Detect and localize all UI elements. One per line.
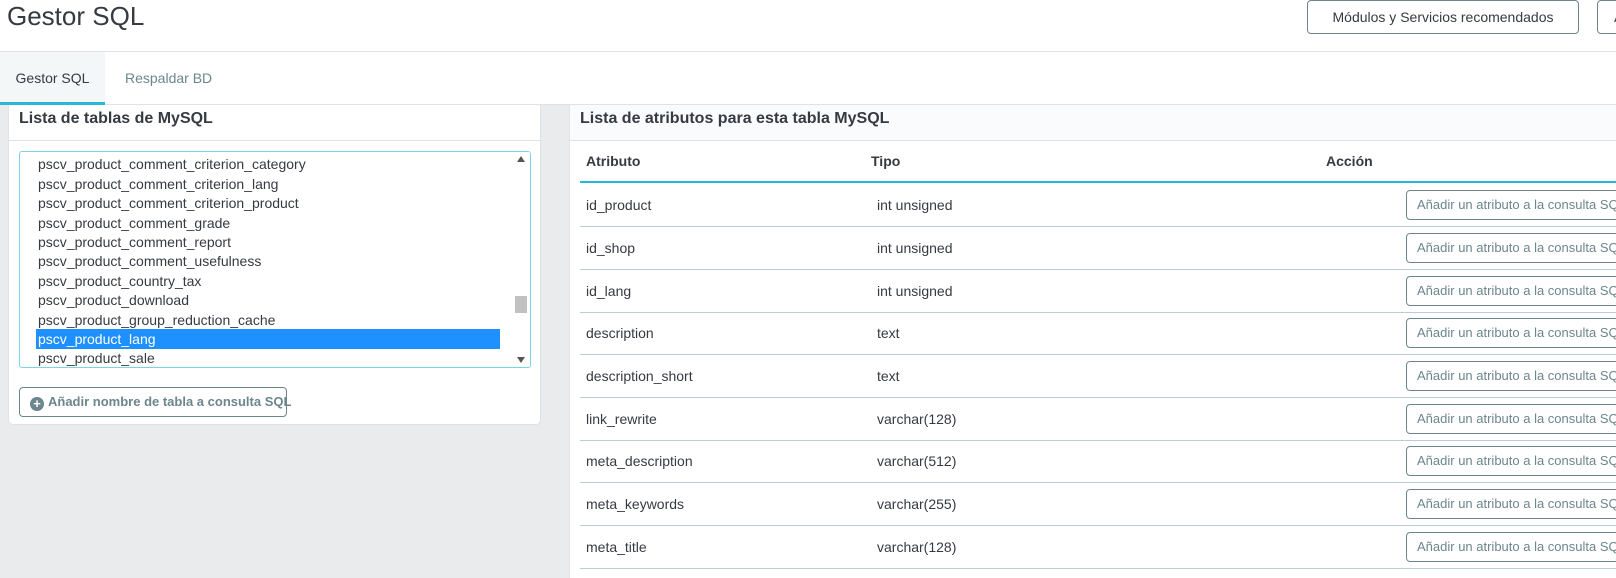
- add-attribute-button[interactable]: Añadir un atributo a la consulta SQL: [1406, 489, 1616, 519]
- attribute-type: varchar(512): [877, 453, 957, 469]
- table-list-item[interactable]: pscv_product_comment_grade: [36, 213, 500, 233]
- table-list-item[interactable]: pscv_product_comment_criterion_category: [36, 154, 500, 174]
- tables-listbox[interactable]: pscv_product_comment_criterion_category p…: [19, 151, 531, 368]
- tab-bar: Gestor SQL Respaldar BD: [0, 52, 1616, 105]
- attribute-name: id_lang: [586, 283, 632, 299]
- add-table-name-label: Añadir nombre de tabla a consulta SQL: [48, 394, 292, 409]
- table-row: description text Añadir un atributo a la c…: [580, 311, 1616, 355]
- attribute-type: int unsigned: [877, 283, 953, 299]
- add-attribute-button[interactable]: Añadir un atributo a la consulta SQL: [1406, 361, 1616, 391]
- recommended-modules-button[interactable]: Módulos y Servicios recomendados: [1307, 0, 1579, 34]
- table-list-item[interactable]: pscv_product_download: [36, 290, 500, 310]
- add-attribute-button[interactable]: Añadir un atributo a la consulta SQL: [1406, 532, 1616, 562]
- attributes-panel: Lista de atributos para esta tabla MySQL…: [569, 105, 1616, 578]
- add-attribute-button[interactable]: Añadir un atributo a la consulta SQL: [1406, 318, 1616, 348]
- attribute-name: meta_description: [586, 453, 693, 469]
- table-row: id_product int unsigned Añadir un atributo…: [580, 183, 1616, 227]
- attribute-type: text: [877, 368, 900, 384]
- column-header-type: Tipo: [871, 153, 901, 169]
- plus-circle-icon: +: [30, 397, 44, 411]
- column-header-action: Acción: [1326, 153, 1373, 169]
- attributes-panel-title: Lista de atributos para esta tabla MySQL: [570, 105, 1616, 141]
- add-attribute-button[interactable]: Añadir un atributo a la consulta SQL: [1406, 404, 1616, 434]
- table-row: meta_title varchar(128) Añadir un atributo…: [580, 525, 1616, 569]
- table-row: id_shop int unsigned Añadir un atributo a …: [580, 226, 1616, 270]
- column-header-attribute: Atributo: [586, 153, 641, 169]
- page-title: Gestor SQL: [7, 1, 145, 31]
- scrollbar-thumb[interactable]: [515, 296, 527, 313]
- table-list-item[interactable]: pscv_product_comment_criterion_product: [36, 193, 500, 213]
- scroll-down-arrow-icon[interactable]: [517, 357, 525, 363]
- table-row: description_short text Añadir un atributo …: [580, 354, 1616, 398]
- add-attribute-button[interactable]: Añadir un atributo a la consulta SQL: [1406, 276, 1616, 306]
- attribute-name: meta_title: [586, 539, 647, 555]
- table-list-item[interactable]: pscv_product_sale: [36, 348, 500, 367]
- attribute-type: varchar(128): [877, 411, 957, 427]
- table-list-item[interactable]: pscv_product_country_tax: [36, 271, 500, 291]
- attribute-name: id_shop: [586, 240, 636, 256]
- table-list-item[interactable]: pscv_product_lang: [36, 329, 500, 349]
- add-table-name-button[interactable]: + Añadir nombre de tabla a consulta SQL: [19, 387, 291, 417]
- header-action-button[interactable]: A: [1597, 0, 1616, 34]
- attribute-name: id_product: [586, 197, 652, 213]
- table-list-item[interactable]: pscv_product_comment_criterion_lang: [36, 174, 500, 194]
- attribute-type: int unsigned: [877, 197, 953, 213]
- table-row: link_rewrite varchar(128) Añadir un atribu…: [580, 397, 1616, 441]
- attribute-name: description_short: [586, 368, 693, 384]
- table-row: id_lang int unsigned Añadir un atributo a …: [580, 269, 1616, 313]
- attribute-name: description: [586, 325, 654, 341]
- table-list-item[interactable]: pscv_product_group_reduction_cache: [36, 310, 500, 330]
- table-row: meta_keywords varchar(255) Añadir un atrib…: [580, 482, 1616, 526]
- attribute-type: int unsigned: [877, 240, 953, 256]
- listbox-scrollbar[interactable]: [513, 152, 530, 367]
- add-attribute-button[interactable]: Añadir un atributo a la consulta SQL: [1406, 190, 1616, 220]
- tables-panel: Lista de tablas de MySQL pscv_product_co…: [8, 105, 541, 425]
- attribute-type: text: [877, 325, 900, 341]
- add-attribute-button[interactable]: Añadir un atributo a la consulta SQL: [1406, 446, 1616, 476]
- attribute-name: meta_keywords: [586, 496, 685, 512]
- table-list-item[interactable]: pscv_product_comment_report: [36, 232, 500, 252]
- page-header: Gestor SQL Módulos y Servicios recomenda…: [0, 0, 1616, 52]
- add-attribute-button[interactable]: Añadir un atributo a la consulta SQL: [1406, 233, 1616, 263]
- tab-respaldar-bd[interactable]: Respaldar BD: [105, 52, 232, 105]
- scroll-up-arrow-icon[interactable]: [517, 156, 525, 162]
- tab-gestor-sql[interactable]: Gestor SQL: [0, 52, 105, 105]
- table-list-item[interactable]: pscv_product_comment_usefulness: [36, 251, 500, 271]
- table-row: meta_description varchar(512) Añadir un at…: [580, 439, 1616, 483]
- attribute-name: link_rewrite: [586, 411, 657, 427]
- attribute-type: varchar(255): [877, 496, 957, 512]
- attribute-type: varchar(128): [877, 539, 957, 555]
- tables-panel-title: Lista de tablas de MySQL: [9, 105, 540, 141]
